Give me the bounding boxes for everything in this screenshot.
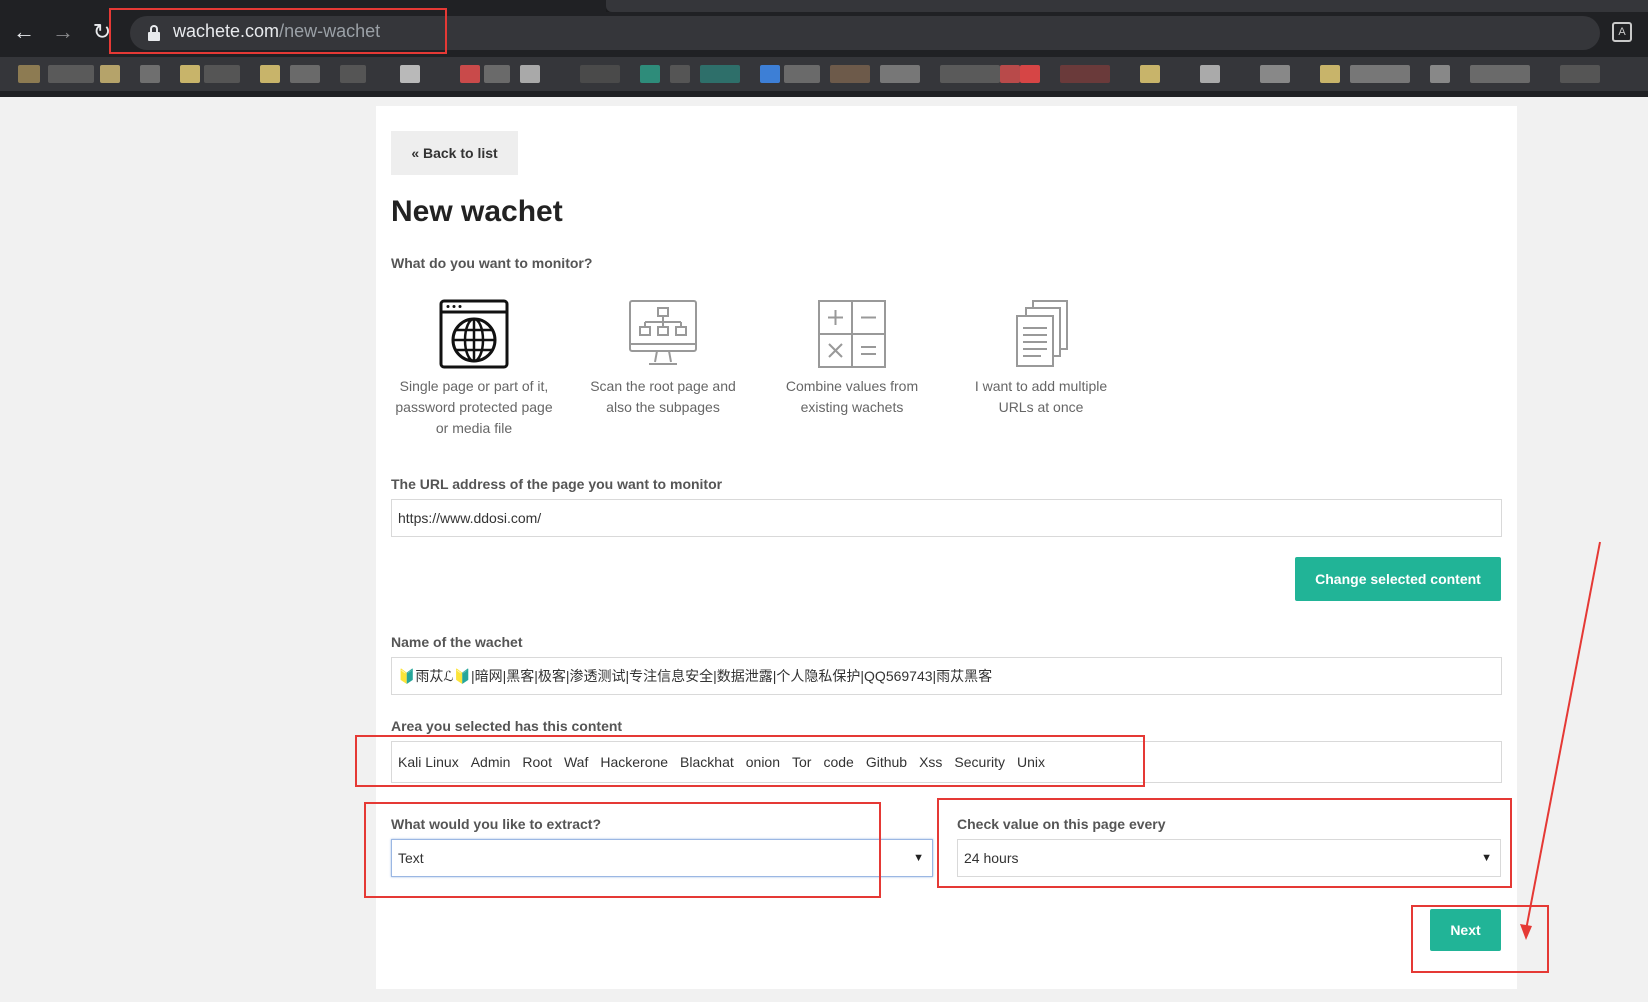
content-tag: Tor: [792, 754, 812, 770]
url-path: /new-wachet: [279, 21, 381, 41]
bookmark-item[interactable]: [1430, 65, 1450, 83]
calculator-icon: [816, 298, 888, 370]
url-host: wachete.com: [173, 21, 280, 41]
tab-strip: [0, 0, 1648, 12]
content-tag: Kali Linux: [398, 754, 459, 770]
globe-browser-icon: [438, 298, 510, 370]
bookmark-item[interactable]: [140, 65, 160, 83]
check-interval-selected-value: 24 hours: [964, 850, 1019, 866]
bookmark-item[interactable]: [830, 65, 870, 83]
content-tag: Unix: [1017, 754, 1046, 770]
name-label: Name of the wachet: [391, 634, 523, 650]
content-tag: Waf: [563, 754, 589, 770]
bookmark-item[interactable]: [940, 65, 1000, 83]
bookmark-item[interactable]: [670, 65, 690, 83]
content-tag: Admin: [470, 754, 511, 770]
back-to-list-button[interactable]: « Back to list: [391, 131, 518, 175]
extract-select[interactable]: Text ▼: [391, 839, 933, 877]
bookmark-item[interactable]: [1560, 65, 1600, 83]
content-tag: onion: [745, 754, 781, 770]
lock-icon[interactable]: [147, 25, 161, 41]
option-single-page[interactable]: Single page or part of it, password prot…: [389, 298, 559, 439]
bookmark-item[interactable]: [204, 65, 240, 83]
arrow-left-icon[interactable]: ←: [10, 18, 38, 46]
bookmark-item[interactable]: [1200, 65, 1220, 83]
bookmark-item[interactable]: [1470, 65, 1530, 83]
documents-stack-icon: [1005, 298, 1077, 370]
bookmark-item[interactable]: [290, 65, 320, 83]
extract-label: What would you like to extract?: [391, 816, 602, 832]
chevron-down-icon: ▼: [1481, 852, 1492, 864]
url-label: The URL address of the page you want to …: [391, 476, 723, 492]
change-selected-content-button[interactable]: Change selected content: [1295, 557, 1501, 601]
option-scan-subpages[interactable]: Scan the root page and also the subpages: [578, 298, 748, 418]
next-button[interactable]: Next: [1430, 909, 1501, 951]
bookmark-item[interactable]: [1060, 65, 1110, 83]
option-multiple-urls[interactable]: I want to add multiple URLs at once: [956, 298, 1126, 418]
check-interval-label: Check value on this page every: [957, 816, 1166, 832]
bookmark-item[interactable]: [1320, 65, 1340, 83]
bookmark-item[interactable]: [100, 65, 120, 83]
bookmark-item[interactable]: [48, 65, 94, 83]
bookmark-item[interactable]: [18, 65, 40, 83]
bookmark-item[interactable]: [340, 65, 366, 83]
option-label: Single page or part of it, password prot…: [395, 378, 553, 436]
browser-tab[interactable]: [0, 0, 606, 12]
address-url[interactable]: wachete.com/new-wachet: [173, 21, 380, 42]
bookmark-item[interactable]: [260, 65, 280, 83]
bookmark-item[interactable]: [520, 65, 540, 83]
bookmark-item[interactable]: [460, 65, 480, 83]
bookmark-item[interactable]: [484, 65, 510, 83]
area-content-box: Kali Linux Admin Root Waf Hackerone Blackhat o…: [391, 741, 1502, 783]
page-title: New wachet: [391, 195, 563, 228]
translate-icon[interactable]: A: [1612, 22, 1632, 42]
extract-selected-value: Text: [398, 850, 424, 866]
bookmark-item[interactable]: [880, 65, 920, 83]
check-interval-select[interactable]: 24 hours ▼: [957, 839, 1501, 877]
bookmark-item[interactable]: [1000, 65, 1020, 83]
arrow-right-icon[interactable]: →: [49, 18, 77, 46]
content-tag: Hackerone: [600, 754, 669, 770]
bookmark-item[interactable]: [640, 65, 660, 83]
option-combine-values[interactable]: Combine values from existing wachets: [767, 298, 937, 418]
content-tag: Xss: [919, 754, 943, 770]
bookmark-item[interactable]: [1020, 65, 1040, 83]
browser-tab[interactable]: [606, 0, 1648, 12]
browser-chrome: ← → ↻ wachete.com/new-wachet A: [0, 0, 1648, 97]
url-input[interactable]: https://www.ddosi.com/: [391, 499, 1502, 537]
bookmark-item[interactable]: [180, 65, 200, 83]
area-content-label: Area you selected has this content: [391, 718, 623, 734]
bookmark-item[interactable]: [760, 65, 780, 83]
bookmark-item[interactable]: [400, 65, 420, 83]
content-tag: Blackhat: [680, 754, 734, 770]
monitor-question-label: What do you want to monitor?: [391, 255, 593, 271]
bookmarks-bar: [0, 57, 1648, 91]
option-label: I want to add multiple URLs at once: [974, 378, 1108, 415]
bookmark-item[interactable]: [700, 65, 740, 83]
bookmark-item[interactable]: [1350, 65, 1410, 83]
name-input[interactable]: 🔰雨苁ℒ🔰|暗网|黑客|极客|渗透测试|专注信息安全|数据泄露|个人隐私保护|Q…: [391, 657, 1502, 695]
chevron-down-icon: ▼: [913, 852, 924, 864]
bookmark-item[interactable]: [1260, 65, 1290, 83]
bookmark-item[interactable]: [580, 65, 620, 83]
annotation-arrow: [1520, 541, 1601, 940]
reload-icon[interactable]: ↻: [88, 18, 116, 46]
bookmark-item[interactable]: [784, 65, 820, 83]
bookmark-item[interactable]: [1140, 65, 1160, 83]
content-tag: Security: [954, 754, 1005, 770]
content-tag: Github: [865, 754, 908, 770]
option-label: Combine values from existing wachets: [785, 378, 919, 415]
sitemap-monitor-icon: [627, 298, 699, 370]
option-label: Scan the root page and also the subpages: [590, 378, 736, 415]
content-tag: Root: [522, 754, 552, 770]
content-tag: code: [823, 754, 854, 770]
